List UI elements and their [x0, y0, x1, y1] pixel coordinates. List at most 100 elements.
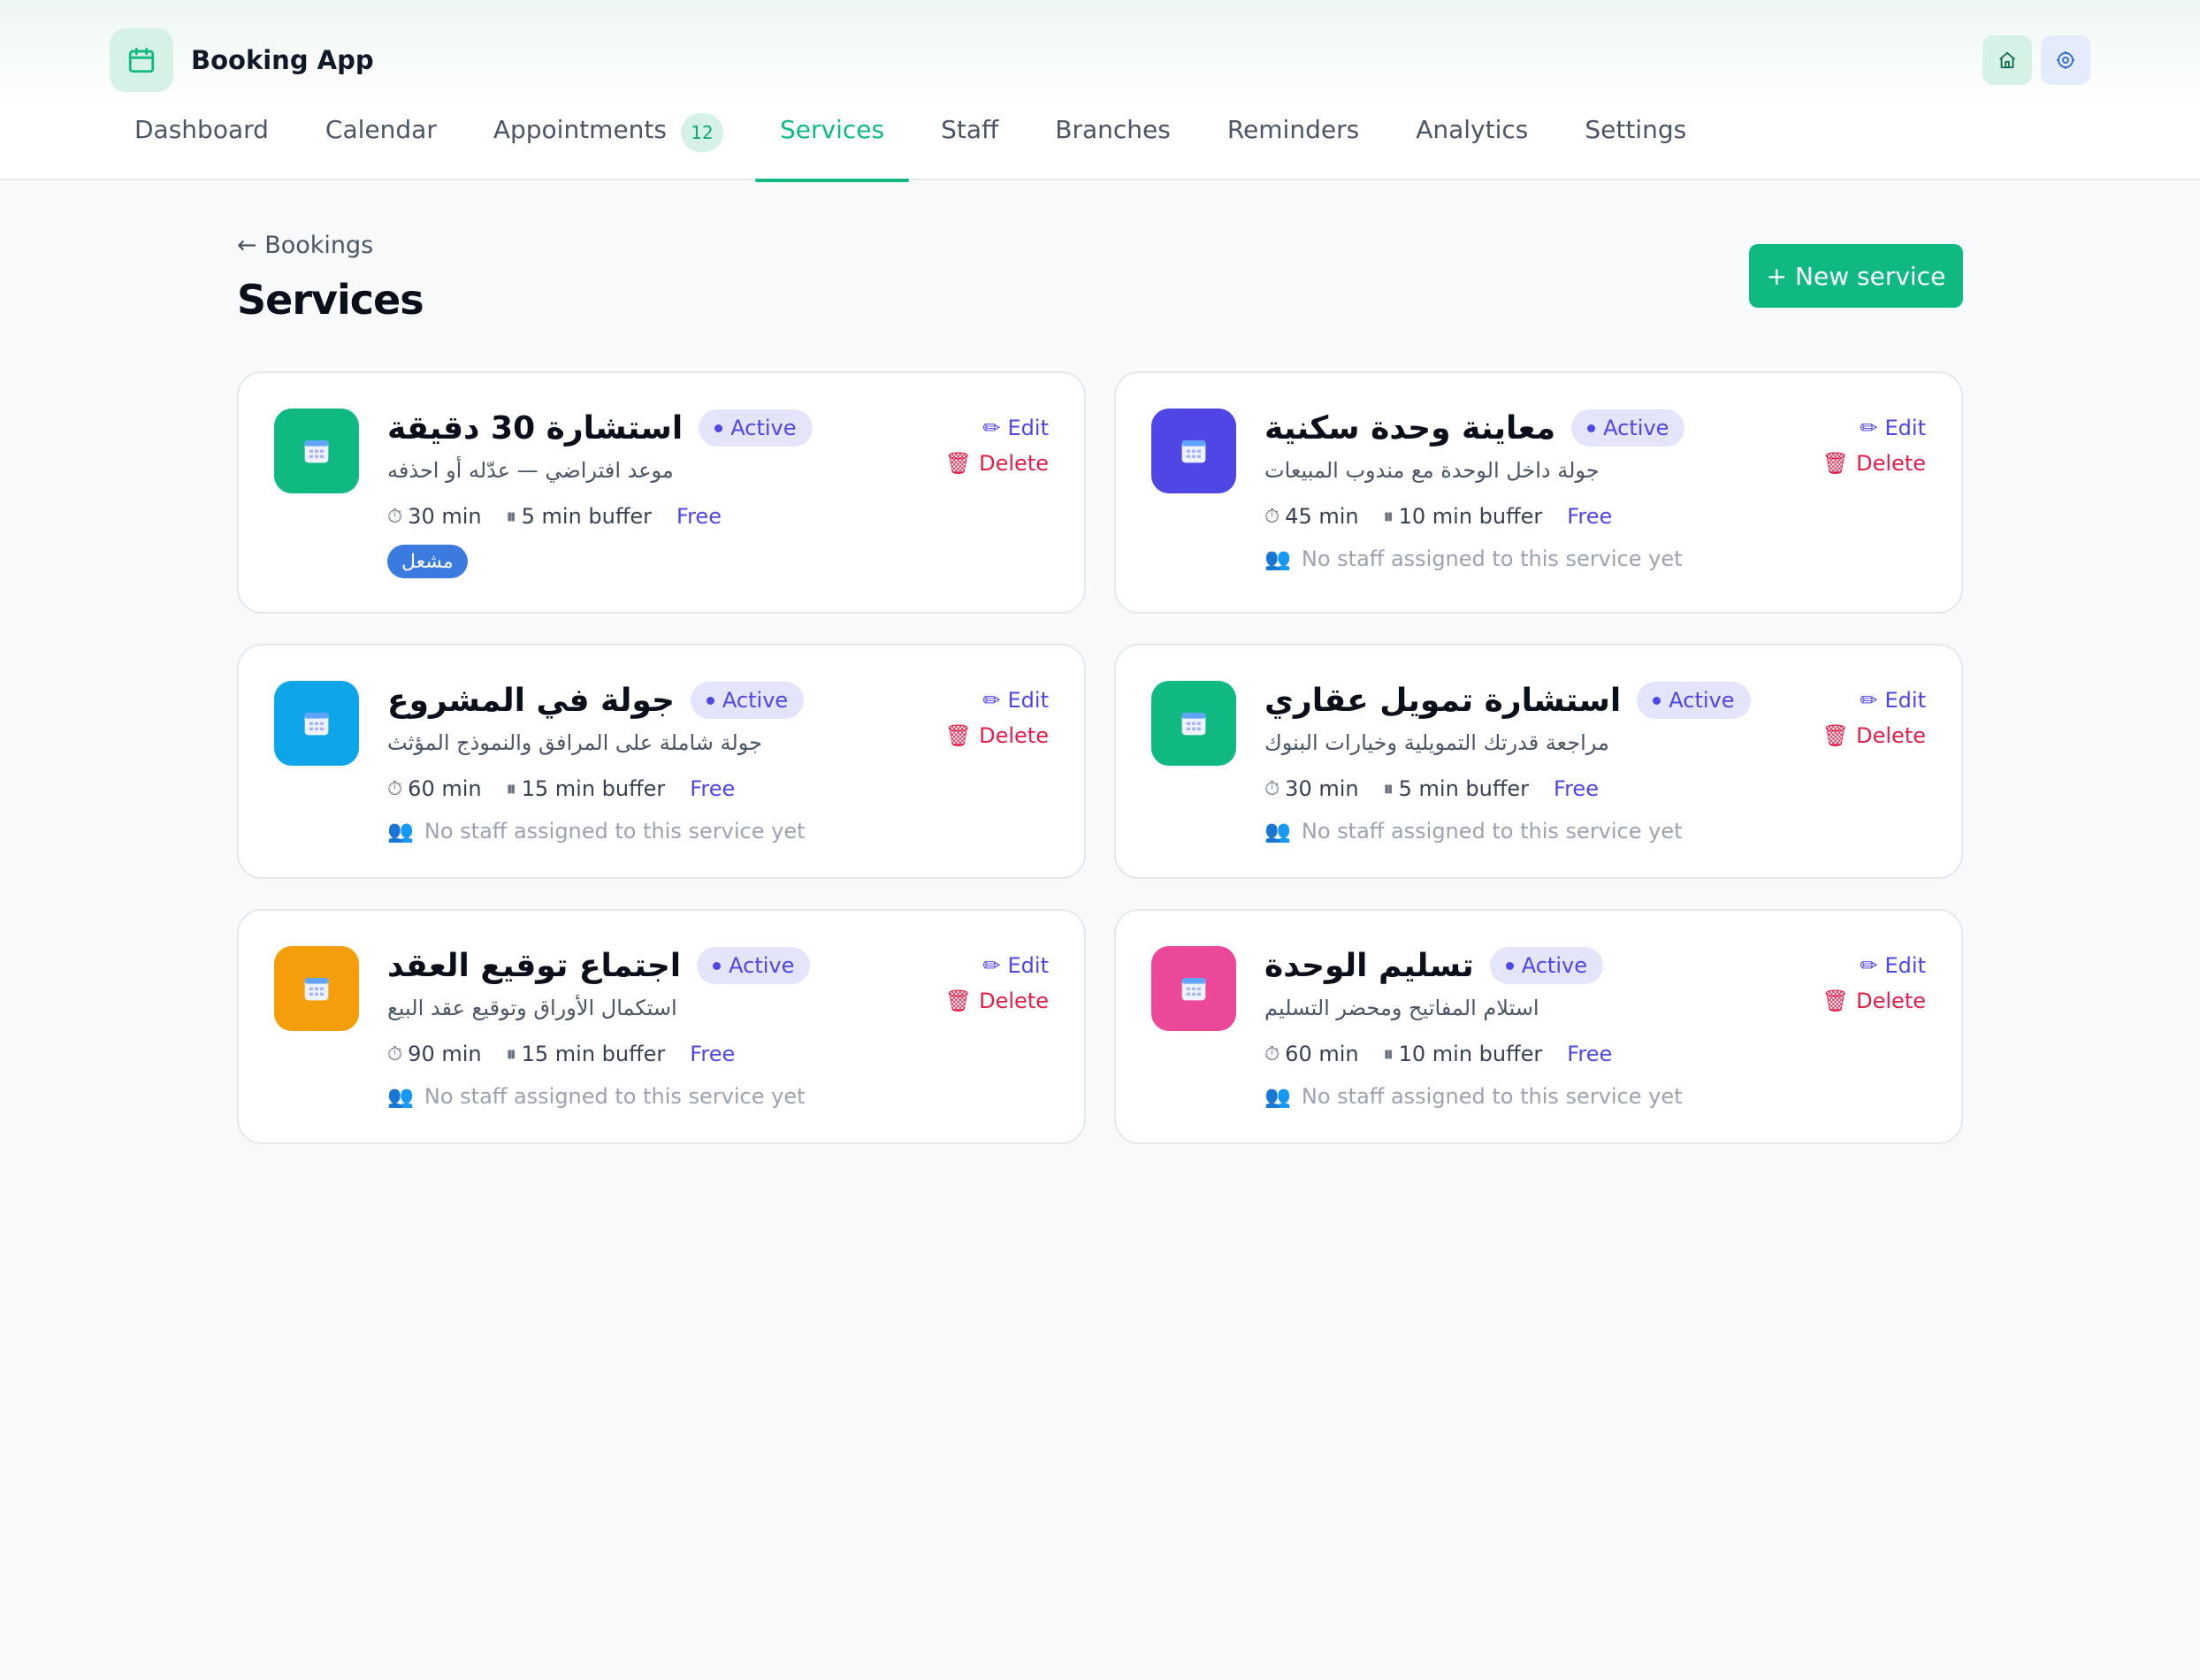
delete-button[interactable]: 🗑 Delete — [945, 718, 1049, 753]
service-price: Free — [690, 776, 736, 801]
service-duration: 60 min — [1285, 1042, 1359, 1066]
trash-icon: 🗑 — [944, 723, 973, 748]
pencil-icon: ✏ — [1860, 416, 1878, 440]
people-icon: 👥 — [1264, 1084, 1291, 1109]
no-staff-note: No staff assigned to this service yet — [424, 819, 806, 844]
service-buffer: 15 min buffer — [521, 776, 666, 801]
edit-button[interactable]: ✏ Edit — [1822, 683, 1926, 718]
tab-label: Calendar — [325, 115, 437, 144]
status-dot-icon — [1587, 424, 1596, 432]
edit-label: Edit — [1007, 688, 1049, 713]
service-buffer: 5 min buffer — [521, 504, 653, 529]
service-duration: 30 min — [1285, 776, 1359, 801]
stopwatch-icon: ⏱ — [387, 1042, 403, 1065]
tab-settings[interactable]: Settings — [1585, 115, 1686, 180]
service-name: معاينة وحدة سكنية — [1264, 409, 1556, 447]
service-description: جولة شاملة على المرافق والنموذج المؤثث — [387, 730, 762, 755]
delete-button[interactable]: 🗑 Delete — [945, 446, 1049, 481]
service-duration: 30 min — [408, 504, 482, 529]
tab-reminders[interactable]: Reminders — [1227, 115, 1359, 180]
pencil-icon: ✏ — [982, 416, 1001, 440]
service-price: Free — [1554, 776, 1599, 801]
tab-label: Services — [779, 115, 885, 144]
stopwatch-icon: ⏱ — [387, 505, 403, 528]
back-to-bookings-link[interactable]: ← Bookings — [237, 232, 373, 259]
people-icon: 👥 — [1264, 819, 1291, 844]
service-calendar-icon — [1151, 946, 1236, 1031]
delete-button[interactable]: 🗑 Delete — [945, 983, 1049, 1019]
trash-icon: 🗑 — [944, 989, 973, 1013]
service-description: جولة داخل الوحدة مع مندوب المبيعات — [1264, 458, 1600, 483]
service-card: تسليم الوحدة Active استلام المفاتيح ومحض… — [1114, 909, 1963, 1144]
service-duration: 90 min — [408, 1042, 482, 1066]
settings-button[interactable] — [2041, 35, 2090, 85]
pause-icon: ⏸ — [506, 1042, 516, 1065]
tab-dashboard[interactable]: Dashboard — [134, 115, 269, 180]
service-description: موعد افتراضي — عدّله أو احذفه — [387, 458, 674, 483]
delete-button[interactable]: 🗑 Delete — [1822, 446, 1926, 481]
service-name: اجتماع توقيع العقد — [387, 947, 682, 984]
tab-analytics[interactable]: Analytics — [1416, 115, 1528, 180]
service-duration: 60 min — [408, 776, 482, 801]
delete-button[interactable]: 🗑 Delete — [1822, 718, 1926, 753]
stopwatch-icon: ⏱ — [1264, 505, 1280, 528]
service-buffer: 15 min buffer — [521, 1042, 666, 1066]
edit-button[interactable]: ✏ Edit — [1822, 410, 1926, 446]
home-button[interactable] — [1982, 35, 2032, 85]
tab-calendar[interactable]: Calendar — [325, 115, 437, 180]
pause-icon: ⏸ — [1383, 1042, 1394, 1065]
status-badge: Active — [1571, 409, 1685, 447]
people-icon: 👥 — [387, 819, 414, 844]
appointments-count-badge: 12 — [680, 113, 723, 152]
tab-staff[interactable]: Staff — [941, 115, 998, 180]
trash-icon: 🗑 — [1822, 723, 1850, 748]
service-calendar-icon — [1151, 409, 1236, 493]
brand[interactable]: Booking App — [110, 28, 374, 92]
status-dot-icon — [1505, 961, 1514, 970]
tab-services[interactable]: Services — [754, 115, 910, 182]
pencil-icon: ✏ — [1860, 953, 1878, 978]
people-icon: 👥 — [387, 1084, 414, 1109]
no-staff-note: No staff assigned to this service yet — [1301, 819, 1683, 844]
no-staff-note: No staff assigned to this service yet — [1301, 1084, 1683, 1109]
edit-button[interactable]: ✏ Edit — [945, 410, 1049, 446]
delete-label: Delete — [979, 451, 1049, 476]
new-service-button[interactable]: + New service — [1749, 244, 1963, 308]
status-badge: Active — [690, 682, 805, 719]
tab-appointments[interactable]: Appointments 12 — [493, 113, 723, 180]
service-description: استلام المفاتيح ومحضر التسليم — [1264, 996, 1539, 1020]
pencil-icon: ✏ — [982, 688, 1001, 713]
service-name: استشارة 30 دقيقة — [387, 409, 684, 447]
status-label: Active — [1669, 688, 1735, 713]
service-buffer: 10 min buffer — [1398, 504, 1543, 529]
edit-button[interactable]: ✏ Edit — [945, 948, 1049, 983]
pause-icon: ⏸ — [1383, 777, 1394, 800]
service-description: استكمال الأوراق وتوقيع عقد البيع — [387, 996, 677, 1020]
status-dot-icon — [706, 696, 714, 705]
edit-button[interactable]: ✏ Edit — [945, 683, 1049, 718]
delete-button[interactable]: 🗑 Delete — [1822, 983, 1926, 1019]
status-badge: Active — [1637, 682, 1751, 719]
edit-label: Edit — [1884, 953, 1926, 978]
status-badge: Active — [699, 409, 813, 447]
pause-icon: ⏸ — [1383, 505, 1394, 528]
top-header: Booking App Dashboard Calendar Appointme… — [0, 0, 2200, 182]
pencil-icon: ✏ — [982, 953, 1001, 978]
service-card: معاينة وحدة سكنية Active جولة داخل الوحد… — [1114, 371, 1963, 614]
status-label: Active — [1603, 416, 1669, 440]
edit-label: Edit — [1007, 953, 1049, 978]
edit-button[interactable]: ✏ Edit — [1822, 948, 1926, 983]
pause-icon: ⏸ — [506, 777, 516, 800]
service-price: Free — [690, 1042, 736, 1066]
delete-label: Delete — [979, 989, 1049, 1013]
no-staff-note: No staff assigned to this service yet — [1301, 546, 1683, 571]
tab-label: Settings — [1585, 115, 1687, 144]
page-title: Services — [237, 276, 424, 324]
pause-icon: ⏸ — [506, 505, 516, 528]
service-price: Free — [1567, 504, 1613, 529]
tab-branches[interactable]: Branches — [1055, 115, 1171, 180]
service-calendar-icon — [274, 681, 359, 766]
edit-label: Edit — [1007, 416, 1049, 440]
service-card: جولة في المشروع Active جولة شاملة على ال… — [237, 644, 1086, 879]
main-nav: Dashboard Calendar Appointments 12 Servi… — [134, 113, 1743, 182]
